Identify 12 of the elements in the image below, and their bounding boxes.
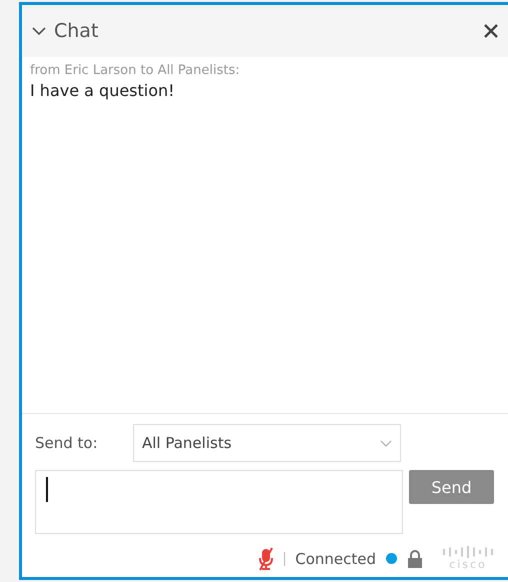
message-text: I have a question! — [30, 81, 176, 100]
microphone-muted-icon[interactable] — [258, 546, 274, 570]
close-button[interactable] — [484, 24, 498, 38]
message-sender: from Eric Larson to All Panelists: — [30, 63, 241, 78]
collapse-button[interactable] — [32, 26, 46, 36]
send-to-label: Send to: — [35, 434, 99, 452]
lock-icon — [407, 550, 423, 568]
panel-title: Chat — [54, 20, 100, 42]
connection-status: Connected — [295, 550, 376, 568]
message-input-field[interactable] — [35, 470, 403, 534]
chevron-down-icon — [380, 440, 392, 446]
recipient-dropdown[interactable]: All Panelists — [133, 424, 401, 462]
